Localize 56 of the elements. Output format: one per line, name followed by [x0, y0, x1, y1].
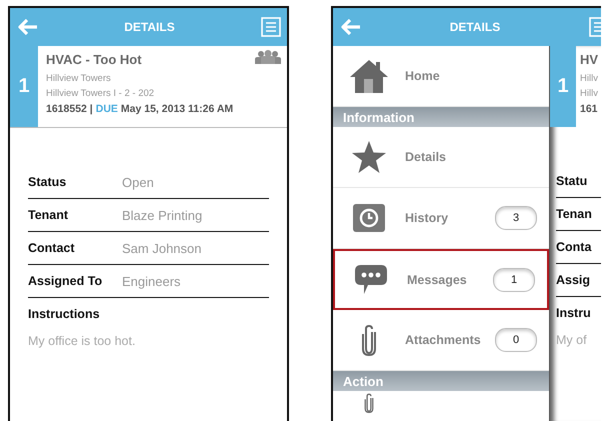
paperclip-icon — [363, 393, 375, 413]
count-badge: 1 — [493, 268, 535, 292]
back-arrow-icon — [18, 19, 38, 35]
field-label: Conta — [556, 231, 601, 264]
menu-item[interactable]: History 3 — [333, 188, 549, 249]
field-value: Engineers — [122, 274, 181, 288]
header-title: DETAILS — [448, 20, 502, 34]
header-title: DETAILS — [123, 20, 176, 34]
work-order-text: 161 — [580, 103, 598, 115]
instructions-text: My office is too hot. — [28, 333, 136, 348]
menu-item-label: History — [405, 211, 450, 225]
work-order-number: 1 — [10, 46, 38, 127]
group-icon — [255, 50, 281, 64]
field-label: Assig — [556, 264, 601, 297]
paperclip-icon — [361, 324, 377, 356]
due-date: May 15, 2013 11:26 AM — [120, 103, 234, 115]
back-arrow-icon — [341, 19, 361, 35]
work-order-id: 1618552 | — [46, 103, 93, 115]
menu-item[interactable]: Messages 1 — [333, 249, 549, 310]
field-value: Sam Johnson — [122, 240, 202, 256]
star-icon — [352, 141, 386, 173]
field-label: Assigned To — [28, 274, 104, 288]
field-label: Status — [28, 175, 68, 189]
work-order-title: HVAC - Too Hot — [46, 52, 143, 67]
section-header: Information — [333, 107, 549, 127]
house-icon — [349, 59, 389, 93]
count-badge: 0 — [495, 328, 537, 352]
menu-icon[interactable] — [589, 17, 601, 37]
work-order-card[interactable]: 1 HVAC - Too Hot Hillview Towers Hillview Towers I - 2 - 202 1618552 | DUE May 15, 2013 11:26 AM — [10, 46, 287, 128]
field-label: Instructions — [28, 306, 101, 323]
chat-bubble-icon — [355, 264, 387, 294]
work-order-text: HV — [580, 52, 598, 67]
instructions-text: My of — [556, 332, 588, 347]
work-order-text: Hillv — [580, 73, 598, 84]
building-name: Hillview Towers — [46, 73, 112, 84]
menu-item[interactable]: Details — [333, 127, 549, 188]
work-order-text: Hillv — [580, 88, 598, 99]
field-label: Instru — [556, 305, 592, 322]
count-badge: 3 — [495, 206, 537, 230]
clock-icon — [353, 204, 385, 232]
work-order-card[interactable]: 1 HV Hillv Hillv 161 — [550, 46, 601, 127]
field-value: Blaze Printing — [122, 208, 202, 222]
field-label: Tenant — [28, 208, 70, 222]
field-label: Statu — [556, 165, 601, 198]
menu-item-label: Messages — [407, 272, 468, 286]
due-label: DUE — [96, 103, 118, 115]
field-label: Tenan — [556, 198, 601, 231]
work-order-number: 1 — [550, 46, 576, 127]
menu-item-label: Home — [405, 69, 441, 83]
menu-item-label: Attachments — [405, 333, 482, 347]
menu-icon[interactable] — [261, 17, 281, 37]
menu-item-label: Details — [405, 150, 447, 164]
field-value: Open — [122, 174, 154, 190]
field-label: Contact — [28, 241, 76, 255]
section-header: Action — [333, 371, 549, 391]
unit-location: Hillview Towers I - 2 - 202 — [46, 88, 156, 99]
